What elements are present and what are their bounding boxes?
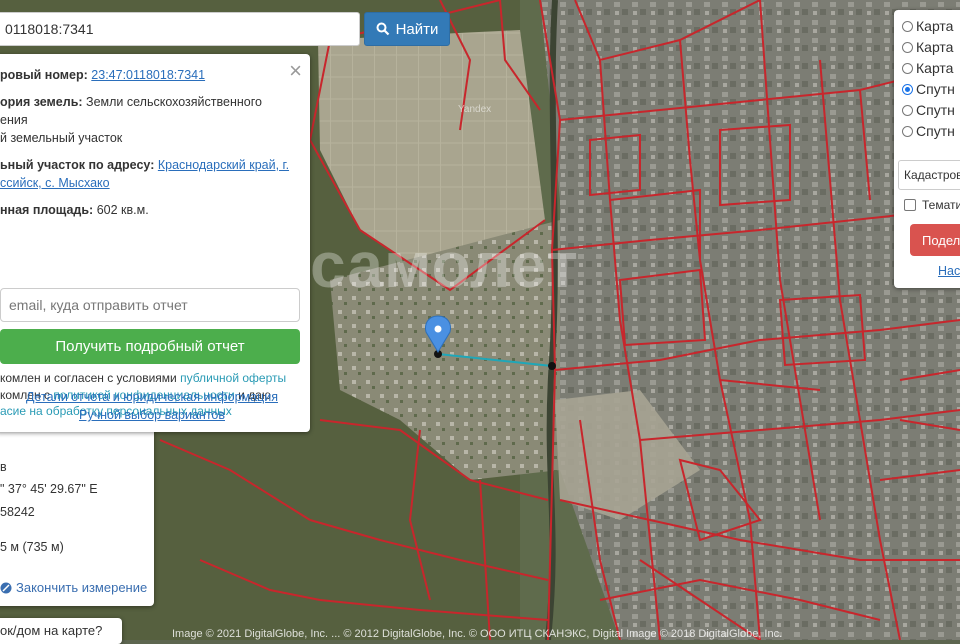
- layer-select[interactable]: Кадастров: [898, 160, 960, 190]
- email-input[interactable]: [1, 289, 299, 321]
- layer-select-value: Кадастров: [904, 168, 960, 182]
- land-category-value: Земли сельскохозяйственного: [86, 95, 262, 109]
- layer-option-5[interactable]: Спутн: [902, 123, 955, 139]
- map-provider-label: Yandex: [458, 104, 492, 115]
- measure-panel: в " 37° 45' 29.67" E 58242 5 м (735 м) З…: [0, 420, 154, 606]
- public-offer-link[interactable]: публичной оферты: [180, 371, 286, 385]
- parcel-info-panel: × ровый номер: 23:47:0118018:7341 ория з…: [0, 54, 310, 432]
- land-category-label: ория земель:: [0, 95, 83, 109]
- search-field[interactable]: [0, 12, 360, 46]
- map-copyright: Image © 2021 DigitalGlobe, Inc. ... © 20…: [172, 628, 783, 640]
- measure-line-3: 58242: [0, 505, 35, 519]
- layer-option-label: Спутн: [916, 81, 955, 97]
- layer-option-4[interactable]: Спутн: [902, 102, 955, 118]
- layer-radio[interactable]: [902, 125, 913, 137]
- parcel-type-value: й земельный участок: [0, 131, 123, 145]
- layer-option-0[interactable]: Карта: [902, 18, 953, 34]
- layer-radio[interactable]: [902, 104, 913, 116]
- finish-measure-label: Закончить измерение: [16, 580, 148, 595]
- report-details-link[interactable]: Детали отчета и юридическая информация: [26, 390, 278, 404]
- layer-radio[interactable]: [902, 41, 913, 53]
- area-value: 602 кв.м.: [96, 203, 149, 217]
- land-category-row: ория земель: Земли сельскохозяйственного: [0, 93, 262, 111]
- find-button-label: Найти: [395, 20, 439, 38]
- address-link-cont[interactable]: ссийск, с. Мысхако: [0, 176, 110, 190]
- search-input[interactable]: [0, 13, 359, 45]
- get-report-button[interactable]: Получить подробный отчет: [0, 329, 300, 364]
- cadastral-label: ровый номер:: [0, 68, 88, 82]
- ruler-icon: [0, 582, 12, 593]
- layer-option-2[interactable]: Карта: [902, 60, 953, 76]
- email-field[interactable]: [0, 288, 300, 322]
- find-house-text: ок/дом на карте?: [0, 623, 103, 638]
- layer-radio[interactable]: [902, 62, 913, 74]
- address-label: ьный участок по адресу:: [0, 158, 155, 172]
- manual-selection-link[interactable]: Ручной выбор вариантов: [79, 408, 225, 422]
- layer-option-1[interactable]: Карта: [902, 39, 953, 55]
- cadastral-number-row: ровый номер: 23:47:0118018:7341: [0, 66, 205, 84]
- layer-option-label: Карта: [916, 39, 954, 55]
- measure-distance: 5 м (735 м): [0, 540, 64, 554]
- layer-option-label: Карта: [916, 60, 954, 76]
- layer-option-label: Карта: [916, 18, 954, 34]
- offer-agreement-text: комлен и согласен с условиями публичной …: [0, 370, 286, 386]
- map-layers-panel: Карта Карта Карта Спутн Спутн Спутн Кадастров…: [894, 10, 960, 288]
- layer-radio[interactable]: [902, 83, 913, 95]
- settings-link[interactable]: Нас: [938, 264, 960, 278]
- search-icon: [376, 22, 389, 36]
- measure-coordinates: " 37° 45' 29.67" E: [0, 482, 98, 496]
- layer-radio[interactable]: [902, 20, 913, 32]
- address-link[interactable]: Краснодарский край, г.: [158, 158, 289, 172]
- layer-option-label: Спутн: [916, 102, 955, 118]
- cadastral-number-link[interactable]: 23:47:0118018:7341: [91, 68, 205, 82]
- finish-measure-button[interactable]: Закончить измерение: [0, 580, 147, 595]
- find-house-prompt[interactable]: ок/дом на карте?: [0, 618, 122, 644]
- thematic-checkbox-label: Темати: [922, 198, 960, 212]
- area-label: нная площадь:: [0, 203, 94, 217]
- manual-selection-row: Ручной выбор вариантов: [0, 408, 310, 422]
- offer-agreement-prefix: комлен и согласен с условиями: [0, 371, 181, 385]
- address-row-cont: ссийск, с. Мысхако: [0, 174, 110, 192]
- thematic-checkbox[interactable]: [904, 199, 916, 211]
- thematic-checkbox-row[interactable]: Темати: [904, 198, 960, 212]
- find-button[interactable]: Найти: [364, 12, 450, 46]
- area-row: нная площадь: 602 кв.м.: [0, 201, 149, 219]
- share-button[interactable]: Подел: [910, 224, 960, 256]
- land-category-value-cont: ения: [0, 113, 28, 127]
- address-row: ьный участок по адресу: Краснодарский кр…: [0, 156, 289, 174]
- layer-option-label: Спутн: [916, 123, 955, 139]
- measure-line-1: в: [0, 460, 7, 474]
- layer-option-3[interactable]: Спутн: [902, 81, 955, 97]
- watermark-text: самолет: [310, 229, 579, 301]
- report-details-row: Детали отчета и юридическая информация: [0, 390, 310, 404]
